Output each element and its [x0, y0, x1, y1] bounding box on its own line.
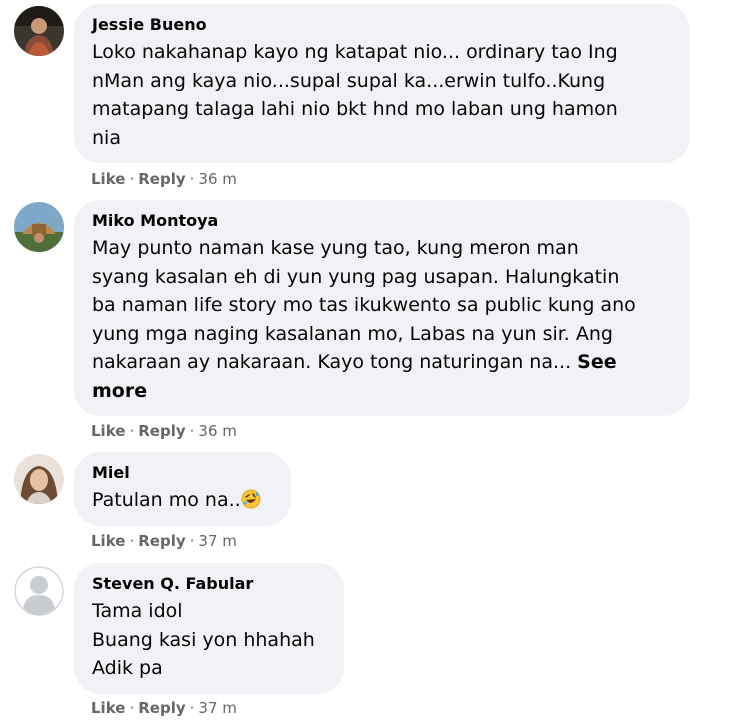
- comment-actions: Like · Reply · 36 m: [91, 170, 237, 188]
- comment-timestamp[interactable]: 36 m: [198, 422, 236, 440]
- like-button[interactable]: Like: [91, 699, 125, 717]
- comment-text-line: matapang talaga lahi nio bkt hnd mo laba…: [92, 98, 618, 120]
- default-avatar-icon: [14, 566, 64, 616]
- separator: ·: [129, 532, 135, 550]
- comment-bubble: Miko Montoya May punto naman kase yung t…: [74, 200, 690, 416]
- separator: ·: [129, 422, 135, 440]
- separator: ·: [189, 170, 195, 188]
- comment-text-line: syang kasalan eh di yun yung pag usapan.…: [92, 265, 620, 288]
- comment-text-fragment: Patulan mo na..: [92, 489, 241, 511]
- comment-actions: Like · Reply · 36 m: [91, 422, 237, 440]
- comment-timestamp[interactable]: 37 m: [198, 532, 236, 550]
- comment-author[interactable]: Miel: [92, 462, 273, 484]
- reply-button[interactable]: Reply: [138, 532, 185, 550]
- avatar[interactable]: [14, 566, 64, 616]
- like-button[interactable]: Like: [91, 170, 125, 188]
- like-button[interactable]: Like: [91, 422, 125, 440]
- avatar[interactable]: [14, 6, 64, 56]
- comment-text-line: nMan ang kaya nio...supal supal ka...erw…: [92, 69, 606, 92]
- comment-text-line: nia: [92, 126, 121, 149]
- separator: ·: [189, 422, 195, 440]
- comment-author[interactable]: Miko Montoya: [92, 210, 672, 232]
- comment-text-line: Tama idol: [92, 600, 183, 622]
- comment-text-line: Loko nakahanap kayo ng katapat nio... or…: [92, 41, 618, 63]
- comment-text-fragment: nakaraan ay nakaraan. Kayo tong naturing…: [92, 351, 572, 373]
- comment-text-line: ba naman life story mo tas ikukwento sa …: [92, 294, 636, 316]
- like-button[interactable]: Like: [91, 532, 125, 550]
- comment-text-line: Adik pa: [92, 657, 163, 679]
- rolling-on-floor-laughing-emoji: [241, 489, 261, 509]
- comment-bubble: Steven Q. Fabular Tama idol Buang kasi y…: [74, 563, 344, 694]
- reply-button[interactable]: Reply: [138, 170, 185, 188]
- profile-photo-icon: [14, 454, 64, 504]
- comment-actions: Like · Reply · 37 m: [91, 532, 237, 550]
- avatar[interactable]: [14, 454, 64, 504]
- reply-button[interactable]: Reply: [138, 422, 185, 440]
- comment-bubble: Jessie Bueno Loko nakahanap kayo ng kata…: [74, 4, 690, 163]
- comment-timestamp[interactable]: 37 m: [198, 699, 236, 717]
- see-more-link[interactable]: more: [92, 380, 147, 402]
- separator: ·: [189, 532, 195, 550]
- comment-timestamp[interactable]: 36 m: [198, 170, 236, 188]
- profile-photo-icon: [14, 202, 64, 252]
- comment-actions: Like · Reply · 37 m: [91, 699, 237, 717]
- comment-author[interactable]: Jessie Bueno: [92, 14, 672, 36]
- comment-text-line: more: [92, 377, 672, 406]
- profile-photo-icon: [14, 6, 64, 56]
- comment-text-line: nakaraan ay nakaraan. Kayo tong naturing…: [92, 348, 672, 377]
- comment-text-line: Buang kasi yon hhahah: [92, 628, 315, 651]
- reply-button[interactable]: Reply: [138, 699, 185, 717]
- comment-text-line: May punto naman kase yung tao, kung mero…: [92, 237, 579, 259]
- comment-text-line: yung mga naging kasalanan mo, Labas na y…: [92, 322, 613, 345]
- separator: ·: [129, 699, 135, 717]
- separator: ·: [189, 699, 195, 717]
- separator: ·: [129, 170, 135, 188]
- comment-author[interactable]: Steven Q. Fabular: [92, 573, 326, 595]
- avatar[interactable]: [14, 202, 64, 252]
- comment-bubble: Miel Patulan mo na..: [74, 452, 291, 526]
- comment-text-line: Patulan mo na..: [92, 486, 273, 515]
- see-more-link[interactable]: See: [577, 351, 616, 373]
